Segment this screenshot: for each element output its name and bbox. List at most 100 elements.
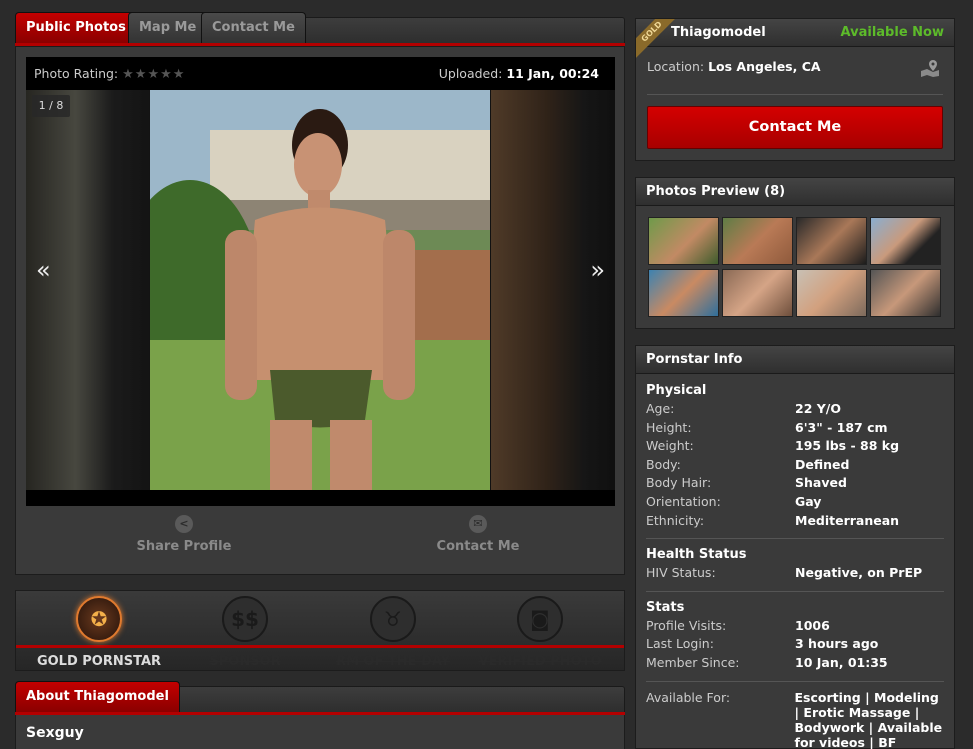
- info-key: Last Login:: [646, 636, 714, 652]
- profile-card: GOLD Thiagomodel Available Now Location:…: [635, 18, 955, 161]
- photo-viewport: 1 / 8 « »: [26, 90, 615, 490]
- divider: [646, 590, 944, 592]
- badge-sponsor: $$ SPONSOR: [170, 596, 320, 669]
- info-row: Body Hair: Shaved: [646, 474, 944, 493]
- available-for-label: Available For:: [646, 689, 731, 705]
- info-key: Member Since:: [646, 654, 740, 670]
- map-pin-icon[interactable]: [920, 59, 940, 77]
- photo-thumbnail[interactable]: [870, 269, 941, 317]
- photos-preview-panel: Photos Preview (8): [635, 177, 955, 329]
- upload-info: Uploaded: 11 Jan, 00:24: [439, 66, 599, 81]
- info-key: Height:: [646, 419, 692, 435]
- main-photo[interactable]: [150, 90, 490, 490]
- info-key: Profile Visits:: [646, 617, 727, 633]
- divider: [647, 94, 943, 95]
- availability-status: Available Now: [840, 25, 944, 40]
- available-for-value: Escorting | Modeling | Erotic Massage | …: [794, 689, 943, 749]
- photo-rating-label: Photo Rating:: [34, 65, 119, 81]
- previous-photo-preview[interactable]: [26, 90, 150, 490]
- rating-stars[interactable]: ★★★★★: [122, 67, 185, 82]
- location: Location: Los Angeles, CA: [647, 59, 821, 74]
- profile-actions: < Share Profile ✉ Contact Me: [16, 515, 624, 565]
- info-value: Defined: [795, 456, 850, 472]
- info-row: Orientation: Gay: [646, 493, 944, 512]
- share-profile-button[interactable]: < Share Profile: [94, 515, 274, 554]
- info-key: Orientation:: [646, 493, 721, 509]
- uploaded-date: 11 Jan, 00:24: [506, 66, 599, 81]
- info-row: Height: 6'3" - 187 cm: [646, 419, 944, 438]
- photo-counter: 1 / 8: [32, 95, 70, 117]
- pornstar-info-panel: Pornstar Info Physical Age: 22 Y/O Height…: [635, 345, 955, 749]
- badge-panel: ✪ GOLD PORNSTAR $$ SPONSOR ♉ RM OF THE D…: [15, 590, 625, 671]
- contact-me-link[interactable]: ✉ Contact Me: [388, 515, 568, 554]
- pornstar-info-title: Pornstar Info: [636, 346, 954, 374]
- tab-contact-me[interactable]: Contact Me: [201, 12, 306, 43]
- info-row: Age: 22 Y/O: [646, 400, 944, 419]
- photo-thumbnail[interactable]: [648, 217, 719, 265]
- about-headline: Sexguy: [26, 725, 84, 741]
- tab-bar-filler: [298, 17, 625, 43]
- info-value: Negative, on PrEP: [795, 565, 923, 581]
- medal-icon: ✪: [76, 596, 122, 642]
- info-value: Gay: [795, 493, 822, 509]
- info-value: Mediterranean: [795, 512, 900, 528]
- tab-public-photos[interactable]: Public Photos: [15, 12, 137, 43]
- health-status-title: Health Status: [646, 547, 747, 563]
- contact-me-button[interactable]: Contact Me: [647, 106, 943, 149]
- tab-bar-filler: [168, 686, 625, 712]
- photo-thumbnail[interactable]: [648, 269, 719, 317]
- camera-icon: ◙: [517, 596, 563, 642]
- badge-label: GOLD PORNSTAR: [36, 654, 162, 669]
- info-value: 6'3" - 187 cm: [795, 419, 888, 435]
- photo-thumbnail[interactable]: [722, 269, 793, 317]
- horns-icon: ♉: [370, 596, 416, 642]
- prev-arrow-icon[interactable]: «: [36, 256, 51, 284]
- photo-thumbnail[interactable]: [796, 269, 867, 317]
- next-photo-preview[interactable]: [491, 90, 615, 490]
- next-arrow-icon[interactable]: »: [590, 256, 605, 284]
- info-key: Age:: [646, 401, 675, 416]
- available-for: Available For: Escorting | Modeling | Er…: [646, 690, 944, 749]
- info-row: Member Since: 10 Jan, 01:35: [646, 654, 944, 673]
- photo-thumbnail[interactable]: [722, 217, 793, 265]
- info-row: Body: Defined: [646, 456, 944, 475]
- envelope-icon: ✉: [469, 515, 487, 533]
- info-row: Last Login: 3 hours ago: [646, 635, 944, 654]
- info-key: HIV Status:: [646, 565, 716, 581]
- photo-thumbnail[interactable]: [870, 217, 941, 265]
- badge-verified-photo: ◙ VERIFIED PHOTO: [465, 596, 615, 669]
- dollar-icon: $$: [222, 596, 268, 642]
- badge-label: VERIFIED PHOTO: [478, 654, 602, 669]
- info-row: Weight: 195 lbs - 88 kg: [646, 437, 944, 456]
- badge-gold-pornstar: ✪ GOLD PORNSTAR: [24, 596, 174, 669]
- info-row: HIV Status: Negative, on PrEP: [646, 564, 944, 583]
- tab-about[interactable]: About Thiagomodel: [15, 681, 180, 712]
- username: Thiagomodel: [671, 25, 766, 40]
- photo-thumbnail[interactable]: [796, 217, 867, 265]
- divider: [646, 538, 944, 540]
- info-key: Weight:: [646, 438, 694, 454]
- info-key: Body:: [646, 456, 681, 472]
- physical-title: Physical: [646, 383, 707, 398]
- info-value: 22 Y/O: [795, 401, 841, 416]
- info-value: Shaved: [795, 475, 847, 491]
- badge-label: RM OF THE DAY: [335, 654, 451, 669]
- profile-page: Public Photos Map Me Contact Me Photo Ra…: [0, 0, 973, 749]
- share-profile-label: Share Profile: [136, 539, 232, 554]
- info-key: Body Hair:: [646, 475, 712, 491]
- info-value: 195 lbs - 88 kg: [795, 438, 900, 454]
- tab-map-me[interactable]: Map Me: [128, 12, 208, 43]
- share-icon: <: [175, 515, 193, 533]
- photos-preview-title: Photos Preview (8): [636, 178, 954, 206]
- about-body: Sexguy: [15, 715, 625, 749]
- gallery-info-bar: Photo Rating: ★★★★★ Uploaded: 11 Jan, 00…: [26, 57, 615, 90]
- info-row: Profile Visits: 1006: [646, 617, 944, 636]
- photo-rating: Photo Rating: ★★★★★: [34, 66, 185, 82]
- info-row: Ethnicity: Mediterranean: [646, 512, 944, 531]
- info-value: 1006: [795, 617, 830, 633]
- location-label: Location:: [647, 59, 705, 74]
- photo-tabs: Public Photos Map Me Contact Me: [15, 12, 625, 46]
- info-body: Physical Age: 22 Y/O Height: 6'3" - 187 cm…: [636, 374, 954, 749]
- profile-card-header: GOLD Thiagomodel Available Now: [636, 19, 954, 59]
- info-key: Ethnicity:: [646, 512, 705, 528]
